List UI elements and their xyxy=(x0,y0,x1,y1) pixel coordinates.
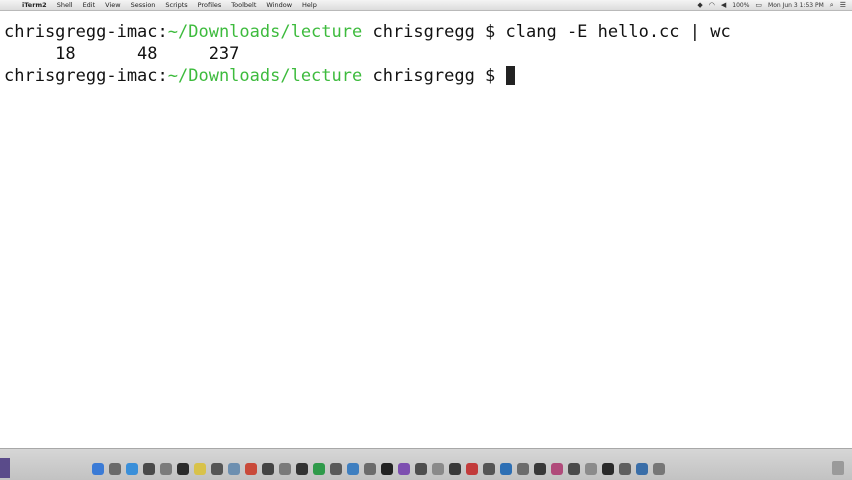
desktop-screen: iTerm2 Shell Edit View Session Scripts P… xyxy=(0,0,852,480)
finder-icon[interactable] xyxy=(92,463,104,475)
terminal-line-command: chrisgregg-imac:~/Downloads/lecture chri… xyxy=(4,21,731,43)
prompt-path: ~/Downloads/lecture xyxy=(167,66,363,86)
app-icon[interactable] xyxy=(534,463,546,475)
calendar-icon[interactable] xyxy=(245,463,257,475)
app-icon[interactable] xyxy=(517,463,529,475)
dock-icons xyxy=(92,461,670,477)
app-icon[interactable] xyxy=(415,463,427,475)
app-icon[interactable] xyxy=(585,463,597,475)
prompt-user: chrisgregg $ xyxy=(362,22,506,42)
battery-icon[interactable]: ▭ xyxy=(755,0,762,11)
dropbox-icon[interactable]: ◆ xyxy=(697,0,702,11)
settings-icon[interactable] xyxy=(160,463,172,475)
app-icon[interactable] xyxy=(330,463,342,475)
menu-item-window[interactable]: Window xyxy=(266,0,292,11)
safari-icon[interactable] xyxy=(126,463,138,475)
terminal-cursor xyxy=(505,66,515,85)
app-icon[interactable] xyxy=(279,463,291,475)
app-icon[interactable] xyxy=(449,463,461,475)
window-title xyxy=(381,0,471,11)
app-icon[interactable] xyxy=(636,463,648,475)
menu-items: iTerm2 Shell Edit View Session Scripts P… xyxy=(22,0,327,11)
app-icon[interactable] xyxy=(398,463,410,475)
terminal-icon[interactable] xyxy=(177,463,189,475)
app-icon[interactable] xyxy=(262,463,274,475)
chrome-icon[interactable] xyxy=(143,463,155,475)
preview-icon[interactable] xyxy=(228,463,240,475)
app-icon[interactable] xyxy=(619,463,631,475)
notes-icon[interactable] xyxy=(194,463,206,475)
app-icon[interactable] xyxy=(602,463,614,475)
menu-item-shell[interactable]: Shell xyxy=(57,0,73,11)
app-icon[interactable] xyxy=(347,463,359,475)
prompt-user: chrisgregg $ xyxy=(362,66,506,86)
menu-item-scripts[interactable]: Scripts xyxy=(165,0,187,11)
status-area: ◆ ◠ ◀ 100% ▭ Mon Jun 3 1:53 PM ⌕ ☰ xyxy=(691,0,846,11)
terminal-line-output: 18 48 237 xyxy=(4,44,240,64)
app-icon[interactable] xyxy=(466,463,478,475)
prompt-path: ~/Downloads/lecture xyxy=(167,22,363,42)
menu-item-session[interactable]: Session xyxy=(131,0,156,11)
app-icon[interactable] xyxy=(551,463,563,475)
battery-percent[interactable]: 100% xyxy=(732,0,749,11)
terminal-line-prompt: chrisgregg-imac:~/Downloads/lecture chri… xyxy=(4,65,515,87)
app-icon[interactable] xyxy=(296,463,308,475)
dock xyxy=(0,448,852,480)
app-icon[interactable] xyxy=(432,463,444,475)
app-icon[interactable] xyxy=(653,463,665,475)
app-icon[interactable] xyxy=(500,463,512,475)
menu-bar: iTerm2 Shell Edit View Session Scripts P… xyxy=(0,0,852,11)
app-icon[interactable] xyxy=(381,463,393,475)
menu-item-view[interactable]: View xyxy=(105,0,120,11)
trash-icon[interactable] xyxy=(832,461,844,475)
notification-center-icon[interactable]: ☰ xyxy=(840,0,846,11)
menu-item-profiles[interactable]: Profiles xyxy=(198,0,222,11)
photos-icon[interactable] xyxy=(211,463,223,475)
dock-edge-marker xyxy=(0,458,10,478)
menu-item-help[interactable]: Help xyxy=(302,0,317,11)
menu-item-edit[interactable]: Edit xyxy=(83,0,96,11)
terminal-window[interactable]: chrisgregg-imac:~/Downloads/lecture chri… xyxy=(0,12,852,448)
menu-item-toolbelt[interactable]: Toolbelt xyxy=(231,0,256,11)
volume-icon[interactable]: ◀ xyxy=(721,0,726,11)
command-text: clang -E hello.cc | wc xyxy=(505,22,731,42)
launchpad-icon[interactable] xyxy=(109,463,121,475)
search-icon[interactable]: ⌕ xyxy=(830,0,834,11)
prompt-host: chrisgregg-imac: xyxy=(4,22,168,42)
menu-item-app[interactable]: iTerm2 xyxy=(22,0,47,11)
app-icon[interactable] xyxy=(364,463,376,475)
prompt-host: chrisgregg-imac: xyxy=(4,66,168,86)
app-icon[interactable] xyxy=(568,463,580,475)
menu-clock[interactable]: Mon Jun 3 1:53 PM xyxy=(768,0,824,11)
app-icon[interactable] xyxy=(313,463,325,475)
app-icon[interactable] xyxy=(483,463,495,475)
wifi-icon[interactable]: ◠ xyxy=(709,0,715,11)
